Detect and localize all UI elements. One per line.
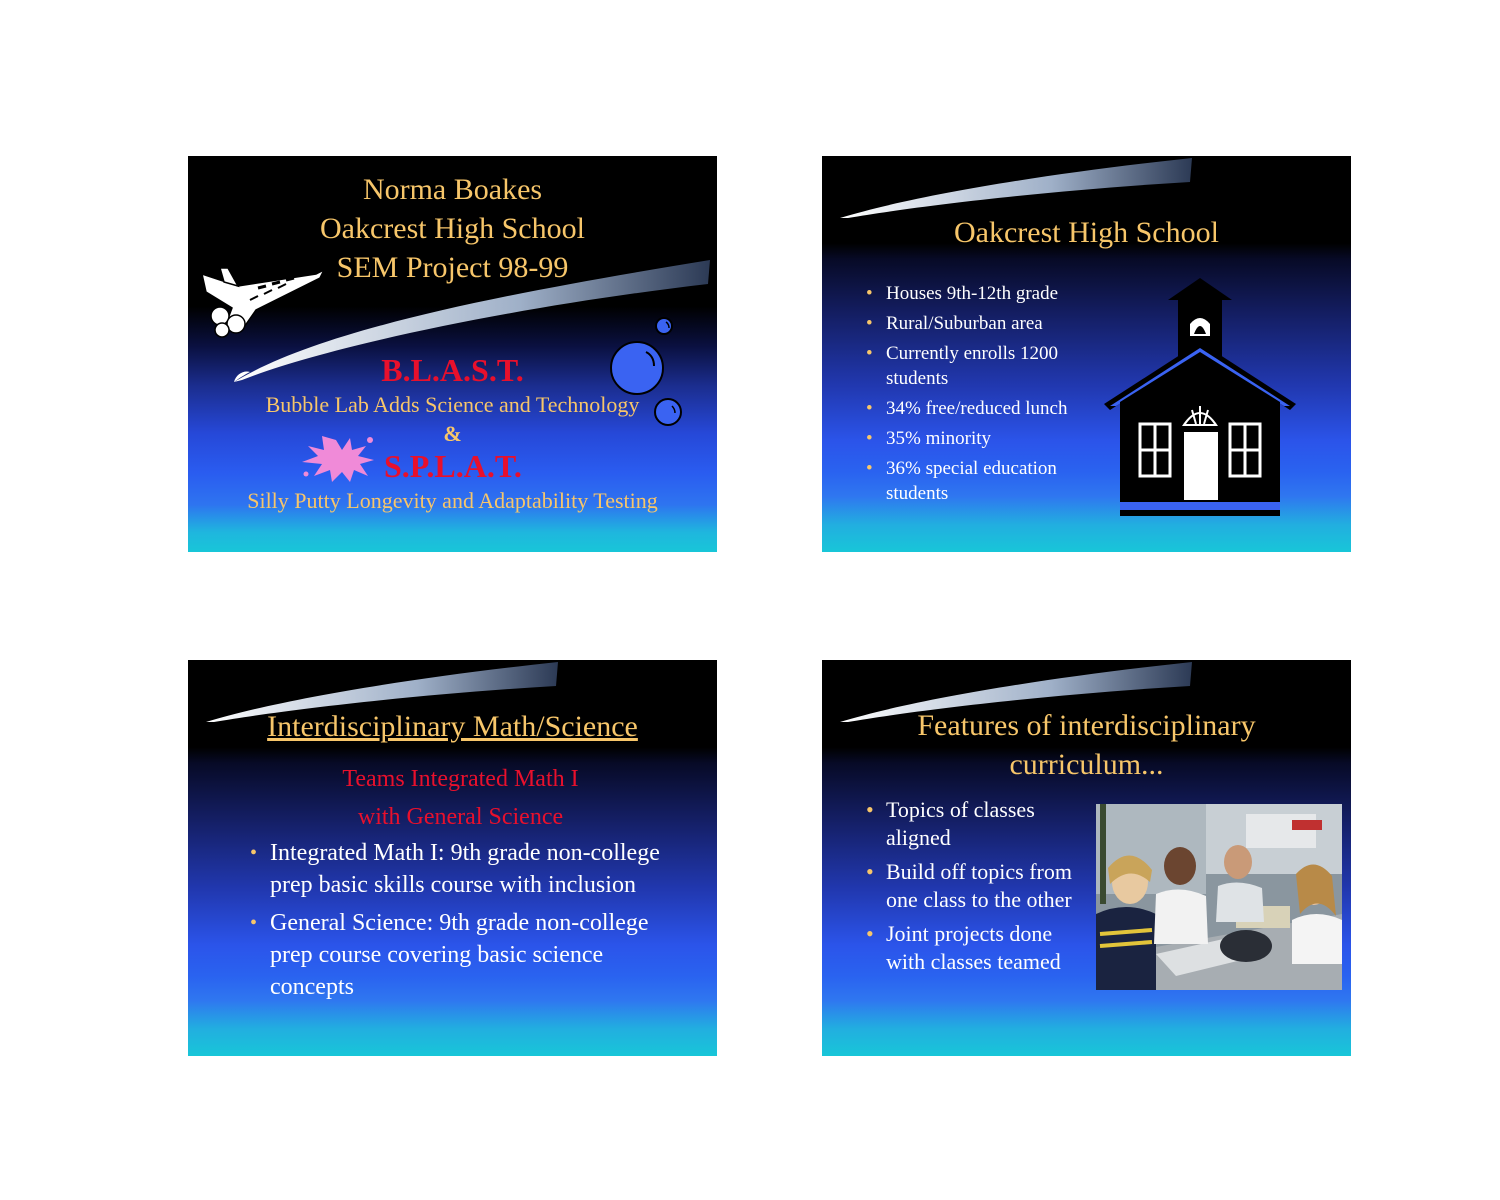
classroom-photo [1096,804,1342,990]
bullet-icon: • [866,343,873,364]
title-block: Norma Boakes Oakcrest High School SEM Pr… [188,170,717,287]
list-item: • Houses 9th-12th grade [866,281,1086,306]
list-item-text: General Science: 9th grade non-college p… [270,910,649,1000]
list-item: • Joint projects done with classes teamed [866,920,1088,976]
bullet-icon: • [866,859,874,884]
subtitle-line: with General Science [357,804,564,830]
title-line: Features of interdisciplinary [917,709,1256,742]
splat-heading: S.P.L.A.T. [384,448,522,484]
schoolhouse-icon [1104,278,1296,516]
list-item: • 35% minority [866,426,1086,451]
blast-description: Bubble Lab Adds Science and Technology [265,392,640,417]
list-item: • 34% free/reduced lunch [866,396,1086,421]
subtitle-block: Teams Integrated Math I with General Sci… [188,760,717,836]
slide-title: Interdisciplinary Math/Science [267,710,638,743]
list-item-text: Integrated Math I: 9th grade non-college… [270,840,660,898]
bullet-icon: • [866,428,873,449]
list-item: • 36% special education students [866,456,1086,506]
bullet-icon: • [250,912,258,934]
list-item-text: Joint projects done with classes teamed [886,921,1061,974]
slide-title: Oakcrest High School [954,216,1219,249]
list-item: • Rural/Suburban area [866,311,1086,336]
list-item-text: 36% special education students [886,458,1057,504]
list-item: • Build off topics from one class to the … [866,858,1088,914]
list-item: • Integrated Math I: 9th grade non-colleg… [250,837,670,901]
list-item-text: Houses 9th-12th grade [886,283,1059,304]
students-photo-image [1096,804,1342,990]
bullet-icon: • [866,283,873,304]
list-item-text: Rural/Suburban area [886,313,1043,334]
slide-title[interactable]: Norma Boakes Oakcrest High School SEM Pr… [188,156,717,552]
bullet-icon: • [866,921,874,946]
blast-heading: B.L.A.S.T. [381,352,524,388]
project-name: SEM Project 98-99 [336,251,569,284]
bullet-icon: • [866,398,873,419]
author-name: Norma Boakes [362,173,543,206]
list-item-text: Build off topics from one class to the o… [886,859,1072,912]
list-item: • Topics of classes aligned [866,796,1088,852]
title-line: curriculum... [1009,748,1164,781]
splat-description: Silly Putty Longevity and Adaptability T… [247,488,658,513]
list-item-text: Topics of classes aligned [886,797,1035,850]
bullet-icon: • [866,313,873,334]
list-item: • General Science: 9th grade non-college … [250,907,670,1003]
course-list: • Integrated Math I: 9th grade non-colleg… [250,837,670,1003]
school-name: Oakcrest High School [320,212,585,245]
bullet-icon: • [250,842,258,864]
slide-features[interactable]: Features of interdisciplinary curriculum… [822,660,1351,1056]
features-list: • Topics of classes aligned • Build off to… [866,796,1088,976]
list-item-text: 35% minority [886,428,992,449]
ampersand: & [443,421,462,446]
slide-title: Features of interdisciplinary curriculum… [822,706,1351,784]
bullet-icon: • [866,458,873,479]
bullet-icon: • [866,797,874,822]
slide-interdisciplinary[interactable]: Interdisciplinary Math/Science Teams Int… [188,660,717,1056]
list-item: • Currently enrolls 1200 students [866,341,1086,391]
list-item-text: 34% free/reduced lunch [886,398,1068,419]
subtitle-line: Teams Integrated Math I [342,766,579,792]
school-facts-list: • Houses 9th-12th grade • Rural/Suburban a… [866,281,1086,506]
slide-school-info[interactable]: Oakcrest High School • Houses 9th-12th gr… [822,156,1351,552]
list-item-text: Currently enrolls 1200 students [886,343,1059,389]
